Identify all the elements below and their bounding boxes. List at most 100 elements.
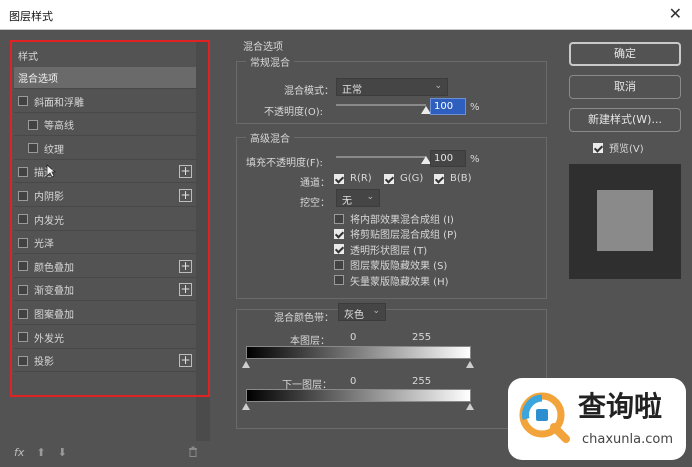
style-item-checkbox[interactable] (18, 214, 28, 225)
ok-button[interactable]: 确定 (569, 42, 681, 66)
style-preview-thumbnail (569, 164, 681, 279)
style-item-checkbox[interactable] (18, 237, 28, 248)
section-title: 混合选项 (243, 42, 283, 53)
style-item[interactable]: 混合选项 (14, 67, 196, 89)
chevron-down-icon: ⌄ (366, 192, 374, 202)
style-item-checkbox[interactable] (18, 96, 28, 107)
style-item-checkbox[interactable] (18, 332, 28, 343)
advanced-option-label: 将内部效果混合成组 (I) (350, 215, 454, 226)
style-item[interactable]: 等高线 (14, 114, 196, 137)
channel-toggle[interactable]: R(R) (334, 173, 372, 184)
preview-label: 预览(V) (609, 144, 644, 155)
channel-checkbox[interactable] (434, 173, 444, 184)
cancel-button[interactable]: 取消 (569, 75, 681, 99)
style-item-label: 渐变叠加 (34, 286, 74, 298)
style-preview-swatch (597, 190, 653, 251)
advanced-option-checkbox[interactable] (334, 213, 344, 224)
underlying-layer-gradient (246, 389, 471, 402)
style-item-checkbox[interactable] (18, 166, 28, 177)
style-item-checkbox[interactable] (18, 284, 28, 295)
new-style-button[interactable]: 新建样式(W)... (569, 108, 681, 132)
underlying-layer-white-stop[interactable] (466, 403, 474, 410)
close-icon[interactable]: ✕ (669, 4, 682, 23)
channel-toggle[interactable]: B(B) (434, 173, 472, 184)
style-item[interactable]: 描边 + (14, 161, 196, 184)
fill-opacity-slider-track[interactable] (336, 156, 426, 158)
title-bar: 图层样式 ✕ (0, 0, 692, 30)
blend-if-select[interactable]: 灰色 ⌄ (338, 303, 386, 321)
styles-header: 样式 (14, 44, 196, 66)
blend-if-label: 混合颜色带： (274, 313, 334, 324)
knockout-select[interactable]: 无 ⌄ (336, 189, 380, 207)
opacity-input[interactable]: 100 (430, 98, 466, 115)
style-item[interactable]: 外发光 (14, 327, 196, 349)
style-item[interactable]: 颜色叠加 + (14, 256, 196, 278)
plus-icon[interactable]: + (179, 259, 192, 273)
style-item[interactable]: 光泽 (14, 232, 196, 255)
style-item-label: 内阴影 (34, 192, 64, 203)
this-layer-label: 本图层： (290, 336, 330, 347)
blend-if-value: 灰色 (344, 310, 364, 321)
advanced-option-toggle[interactable]: 将剪贴图层混合成组 (P) (334, 226, 457, 241)
preview-checkbox[interactable] (593, 142, 603, 153)
fx-icon[interactable]: fx (14, 446, 24, 462)
style-item-label: 颜色叠加 (34, 262, 74, 274)
blend-mode-value: 正常 (342, 85, 362, 96)
style-item-checkbox[interactable] (28, 143, 38, 154)
style-item[interactable]: 投影 + (14, 350, 196, 373)
advanced-option-label: 图层蒙版隐藏效果 (S) (350, 261, 448, 273)
fill-opacity-input[interactable]: 100 (430, 150, 466, 167)
style-item[interactable]: 纹理 (14, 138, 196, 160)
this-layer-black-stop[interactable] (242, 361, 250, 368)
fill-opacity-label: 填充不透明度(F): (246, 158, 323, 169)
style-item-checkbox[interactable] (28, 119, 38, 130)
plus-icon[interactable]: + (179, 165, 192, 179)
style-item-label: 混合选项 (18, 74, 58, 85)
blend-mode-select[interactable]: 正常 ⌄ (336, 78, 448, 96)
style-item-checkbox[interactable] (18, 355, 28, 366)
advanced-option-toggle[interactable]: 图层蒙版隐藏效果 (S) (334, 257, 447, 272)
advanced-option-label: 将剪贴图层混合成组 (P) (350, 230, 458, 242)
blend-mode-label: 混合模式： (284, 86, 334, 97)
move-up-icon[interactable]: ⬆ (36, 446, 45, 462)
magnifier-logo-icon (519, 392, 570, 443)
trash-icon[interactable] (188, 446, 198, 460)
chevron-down-icon: ⌄ (372, 306, 380, 316)
advanced-option-toggle[interactable]: 矢量蒙版隐藏效果 (H) (334, 273, 449, 288)
this-layer-white-stop[interactable] (466, 361, 474, 368)
style-item-label: 光泽 (34, 239, 54, 251)
style-item-label: 投影 (34, 357, 54, 369)
knockout-label: 挖空： (300, 198, 330, 209)
channel-checkbox[interactable] (334, 173, 344, 184)
blend-if-group (236, 309, 547, 429)
move-down-icon[interactable]: ⬇ (58, 446, 67, 462)
style-item[interactable]: 图案叠加 (14, 303, 196, 325)
style-item-checkbox[interactable] (18, 190, 28, 201)
opacity-label: 不透明度(O): (264, 107, 324, 118)
advanced-option-toggle[interactable]: 将内部效果混合成组 (I) (334, 211, 454, 226)
advanced-option-checkbox[interactable] (334, 228, 344, 239)
style-item-checkbox[interactable] (18, 308, 28, 319)
plus-icon[interactable]: + (179, 283, 192, 297)
style-item[interactable]: 渐变叠加 + (14, 279, 196, 302)
channel-checkbox[interactable] (384, 173, 394, 184)
channel-toggle[interactable]: G(G) (384, 173, 423, 184)
advanced-option-checkbox[interactable] (334, 275, 344, 286)
style-item[interactable]: 内阴影 + (14, 185, 196, 207)
opacity-slider-track[interactable] (336, 104, 426, 106)
underlying-layer-black-stop[interactable] (242, 403, 250, 410)
mouse-cursor-icon (46, 164, 56, 178)
style-item[interactable]: 斜面和浮雕 (14, 91, 196, 113)
plus-icon[interactable]: + (179, 354, 192, 368)
advanced-option-checkbox[interactable] (334, 259, 344, 270)
style-item-checkbox[interactable] (18, 261, 28, 272)
preview-toggle[interactable]: 预览(V) (593, 140, 644, 155)
watermark-text: 查询啦 (578, 390, 663, 423)
advanced-option-toggle[interactable]: 透明形状图层 (T) (334, 242, 427, 257)
plus-icon[interactable]: + (179, 189, 192, 202)
underlying-layer-min: 0 (350, 376, 357, 387)
fill-opacity-unit: % (470, 154, 480, 165)
advanced-option-checkbox[interactable] (334, 244, 344, 255)
style-item[interactable]: 内发光 (14, 209, 196, 231)
advanced-blending-legend: 高级混合 (246, 130, 294, 145)
